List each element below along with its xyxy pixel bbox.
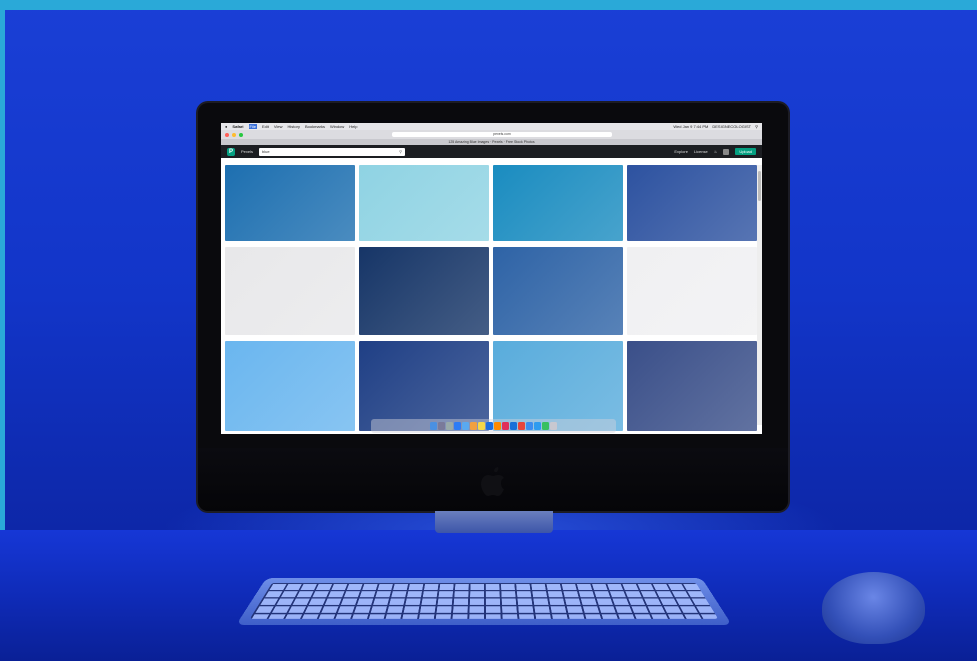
browser-toolbar: pexels.com	[221, 130, 762, 139]
nav-explore[interactable]: Explore	[674, 149, 688, 154]
apple-menu-icon[interactable]: ●	[225, 124, 227, 129]
dock-dropbox-icon[interactable]	[534, 422, 541, 430]
dock-launchpad-icon[interactable]	[446, 422, 453, 430]
zoom-window-icon[interactable]	[239, 132, 243, 137]
menu-safari[interactable]: Safari	[232, 124, 243, 129]
dock-chrome-icon[interactable]	[518, 422, 525, 430]
photo-blue-building-door[interactable]	[493, 247, 623, 335]
monitor-stand	[435, 511, 553, 533]
photo-teal-ocean[interactable]	[493, 165, 623, 241]
pexels-navbar: P Pexels blue ⚲ Explore License ♨ Upload	[221, 145, 762, 158]
photo-blue-hydrangea[interactable]	[359, 247, 489, 335]
top-border-strip	[0, 0, 977, 10]
upload-button[interactable]: Upload	[735, 148, 756, 155]
dock-photos-icon[interactable]	[470, 422, 477, 430]
dock-messages-icon[interactable]	[542, 422, 549, 430]
search-input[interactable]: blue ⚲	[259, 147, 406, 156]
menu-file[interactable]: File	[248, 124, 257, 129]
dock-illustrator-icon[interactable]	[494, 422, 501, 430]
photo-hanging-bulbs[interactable]	[627, 247, 757, 335]
photo-blue-texture[interactable]	[225, 165, 355, 241]
magic-mouse	[822, 572, 925, 644]
nav-license[interactable]: License	[694, 149, 708, 154]
dock-trash-icon[interactable]	[550, 422, 557, 430]
bell-icon[interactable]: ♨	[714, 149, 718, 154]
menu-bookmarks[interactable]: Bookmarks	[305, 124, 325, 129]
photo-blue-sofa-white-wall[interactable]	[225, 247, 355, 335]
menu-history[interactable]: History	[288, 124, 300, 129]
brand-name[interactable]: Pexels	[241, 149, 253, 154]
clock-text[interactable]: Wed Jan 9 7:44 PM	[673, 124, 708, 129]
dock-indesign-icon[interactable]	[502, 422, 509, 430]
username-text[interactable]: DESIGNECOLOGIST	[712, 124, 751, 129]
menu-view[interactable]: View	[274, 124, 283, 129]
photo-ice-blue-water[interactable]	[359, 165, 489, 241]
photo-bokeh-road[interactable]	[627, 341, 757, 431]
menu-help[interactable]: Help	[349, 124, 357, 129]
pexels-logo-icon[interactable]: P	[227, 147, 235, 156]
dock-notes-icon[interactable]	[478, 422, 485, 430]
spotlight-icon[interactable]: ⚲	[755, 124, 758, 129]
monitor-screen: ● Safari File Edit View History Bookmark…	[221, 123, 762, 434]
keyboard	[236, 577, 732, 625]
avatar[interactable]	[723, 148, 730, 155]
photo-deep-wave[interactable]	[627, 165, 757, 241]
minimize-window-icon[interactable]	[232, 132, 236, 137]
dock-mail-icon[interactable]	[462, 422, 469, 430]
search-value: blue	[262, 149, 270, 154]
address-bar[interactable]: pexels.com	[392, 132, 612, 137]
menu-edit[interactable]: Edit	[262, 124, 269, 129]
dock-safari-icon[interactable]	[454, 422, 461, 430]
photo-clear-sky[interactable]	[225, 341, 355, 431]
dock-finder-icon[interactable]	[526, 422, 533, 430]
photo-coffee-cup-blue-cloth[interactable]	[359, 341, 489, 431]
scrollbar[interactable]	[757, 165, 762, 425]
keyboard-keys	[249, 582, 719, 619]
macos-dock	[371, 419, 616, 433]
menu-window[interactable]: Window	[330, 124, 344, 129]
scrollbar-thumb[interactable]	[758, 171, 761, 201]
search-icon[interactable]: ⚲	[399, 149, 402, 154]
dock-finder-icon[interactable]	[430, 422, 437, 430]
dock-lightroom-icon[interactable]	[510, 422, 517, 430]
macos-menubar: ● Safari File Edit View History Bookmark…	[221, 123, 762, 130]
photo-watercolor-blue[interactable]	[493, 341, 623, 431]
dock-photoshop-icon[interactable]	[486, 422, 493, 430]
dock-siri-icon[interactable]	[438, 422, 445, 430]
apple-logo-icon	[481, 467, 504, 496]
close-window-icon[interactable]	[225, 132, 229, 137]
